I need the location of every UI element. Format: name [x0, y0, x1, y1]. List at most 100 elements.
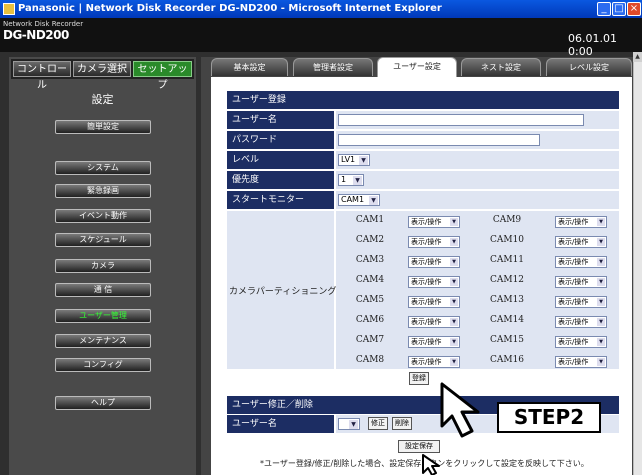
camera-permission-value: 表示/操作	[411, 338, 442, 346]
chevron-down-icon: ▼	[353, 176, 362, 185]
nav-item-event-action[interactable]: イベント動作	[55, 209, 151, 223]
camera-permission-value: 表示/操作	[411, 258, 442, 266]
username-input[interactable]	[338, 114, 584, 126]
priority-select[interactable]: 1 ▼	[338, 174, 364, 186]
register-button[interactable]: 登録	[409, 372, 429, 385]
camera-permission-select[interactable]: 表示/操作 ▼	[408, 336, 460, 348]
camera-label: CAM1	[355, 215, 385, 225]
camera-permission-select[interactable]: 表示/操作 ▼	[408, 316, 460, 328]
vertical-scrollbar[interactable]	[633, 52, 642, 475]
camera-permission-value: 表示/操作	[411, 218, 442, 226]
app-icon	[3, 3, 15, 15]
minimize-button[interactable]: _	[597, 2, 611, 16]
chevron-down-icon: ▼	[450, 358, 458, 366]
camera-select-button[interactable]: カメラ選択	[73, 61, 131, 77]
chevron-down-icon: ▼	[450, 218, 458, 226]
camera-label: CAM7	[355, 335, 385, 345]
tab-basic-settings[interactable]: 基本設定	[211, 58, 288, 76]
password-label: パスワード	[227, 131, 334, 149]
nav-item-schedule[interactable]: スケジュール	[55, 233, 151, 247]
product-title: DG-ND200	[3, 28, 69, 42]
camera-permission-select[interactable]: 表示/操作 ▼	[408, 256, 460, 268]
chevron-down-icon: ▼	[450, 238, 458, 246]
chevron-down-icon: ▼	[450, 298, 458, 306]
camera-permission-select[interactable]: 表示/操作 ▼	[408, 216, 460, 228]
chevron-down-icon: ▼	[450, 318, 458, 326]
nav-item-config[interactable]: コンフィグ	[55, 358, 151, 372]
camera-partitioning-label: カメラパーティショニング	[229, 287, 337, 297]
camera-permission-value: 表示/操作	[558, 358, 589, 366]
level-select[interactable]: LV1 ▼	[338, 154, 370, 166]
camera-permission-value: 表示/操作	[558, 258, 589, 266]
tab-admin-settings[interactable]: 管理者設定	[293, 58, 373, 76]
camera-permission-select[interactable]: 表示/操作 ▼	[555, 296, 607, 308]
app-header	[0, 18, 642, 52]
camera-permission-select[interactable]: 表示/操作 ▼	[555, 276, 607, 288]
camera-permission-value: 表示/操作	[558, 298, 589, 306]
camera-permission-select[interactable]: 表示/操作 ▼	[408, 296, 460, 308]
nav-item-maintenance[interactable]: メンテナンス	[55, 334, 151, 348]
edit-button[interactable]: 修正	[368, 417, 388, 430]
nav-item-communication[interactable]: 通 信	[55, 283, 151, 297]
chevron-down-icon: ▼	[597, 338, 605, 346]
camera-label: CAM13	[489, 295, 525, 305]
window-title: Panasonic | Network Disk Recorder DG-ND2…	[18, 3, 442, 14]
chevron-down-icon: ▼	[597, 298, 605, 306]
step2-callout: STEP2	[497, 402, 601, 433]
camera-permission-value: 表示/操作	[411, 278, 442, 286]
camera-permission-select[interactable]: 表示/操作 ▼	[408, 236, 460, 248]
nav-item-system[interactable]: システム	[55, 161, 151, 175]
chevron-down-icon: ▼	[450, 338, 458, 346]
nav-item-easy-setup[interactable]: 簡単設定	[55, 120, 151, 134]
pointer-cursor-small-icon	[422, 454, 440, 475]
camera-permission-value: 表示/操作	[558, 318, 589, 326]
chevron-down-icon: ▼	[597, 238, 605, 246]
camera-label: CAM2	[355, 235, 385, 245]
control-button[interactable]: コントロール	[13, 61, 71, 91]
username-label: ユーザー名	[227, 111, 334, 129]
chevron-down-icon: ▼	[349, 420, 358, 429]
nav-item-help[interactable]: ヘルプ	[55, 396, 151, 410]
camera-permission-select[interactable]: 表示/操作 ▼	[408, 356, 460, 368]
chevron-down-icon: ▼	[597, 218, 605, 226]
camera-label: CAM8	[355, 355, 385, 365]
priority-cell	[336, 171, 619, 189]
start-monitor-select[interactable]: CAM1 ▼	[338, 194, 380, 206]
password-input[interactable]	[338, 134, 540, 146]
camera-permission-select[interactable]: 表示/操作 ▼	[555, 216, 607, 228]
priority-label: 優先度	[227, 171, 334, 189]
camera-permission-select[interactable]: 表示/操作 ▼	[555, 356, 607, 368]
camera-permission-select[interactable]: 表示/操作 ▼	[555, 316, 607, 328]
camera-permission-select[interactable]: 表示/操作 ▼	[555, 236, 607, 248]
chevron-down-icon: ▼	[597, 258, 605, 266]
camera-permission-select[interactable]: 表示/操作 ▼	[555, 336, 607, 348]
tab-host-settings[interactable]: ネスト設定	[461, 58, 541, 76]
camera-label: CAM16	[489, 355, 525, 365]
chevron-down-icon: ▼	[359, 156, 368, 165]
edit-username-select[interactable]: ▼	[338, 418, 360, 430]
nav-item-emergency-recording[interactable]: 緊急録画	[55, 184, 151, 198]
user-registration-header: ユーザー登録	[227, 91, 619, 109]
browser-window: Panasonic | Network Disk Recorder DG-ND2…	[0, 0, 642, 475]
camera-label: CAM6	[355, 315, 385, 325]
tab-user-settings[interactable]: ユーザー設定	[377, 57, 457, 77]
chevron-down-icon: ▼	[597, 318, 605, 326]
camera-permission-value: 表示/操作	[558, 278, 589, 286]
close-button[interactable]: ×	[627, 2, 641, 16]
tab-level-settings[interactable]: レベル設定	[546, 58, 632, 76]
chevron-down-icon: ▼	[450, 278, 458, 286]
nav-item-user-management[interactable]: ユーザー管理	[55, 309, 151, 323]
scroll-up-icon[interactable]: ▲	[633, 52, 642, 62]
camera-permission-select[interactable]: 表示/操作 ▼	[408, 276, 460, 288]
product-subtitle: Network Disk Recorder	[3, 20, 84, 28]
camera-label: CAM11	[489, 255, 525, 265]
camera-label: CAM12	[489, 275, 525, 285]
level-label: レベル	[227, 151, 334, 169]
delete-button[interactable]: 削除	[392, 417, 412, 430]
camera-permission-select[interactable]: 表示/操作 ▼	[555, 256, 607, 268]
nav-item-camera[interactable]: カメラ	[55, 259, 151, 273]
setup-button[interactable]: セットアップ	[133, 61, 192, 91]
camera-permission-value: 表示/操作	[558, 238, 589, 246]
clock-display: 06.01.01 0:00	[568, 32, 617, 58]
maximize-button[interactable]: □	[612, 2, 626, 16]
